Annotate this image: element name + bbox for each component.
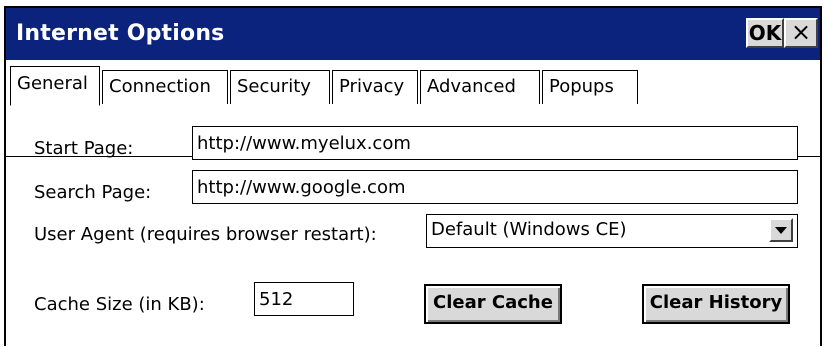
dropdown-arrow-icon[interactable] [769,218,793,242]
tab-advanced[interactable]: Advanced [420,70,540,104]
search-page-label: Search Page: [34,182,152,203]
close-icon: × [790,18,812,46]
internet-options-window: Internet Options OK × General Connection… [4,6,822,346]
tab-general[interactable]: General [10,66,100,106]
tab-connection[interactable]: Connection [102,70,228,104]
cache-size-label: Cache Size (in KB): [34,294,205,315]
title-bar[interactable]: Internet Options OK × [6,8,820,60]
user-agent-dropdown[interactable]: Default (Windows CE) [426,214,798,248]
tab-popups[interactable]: Popups [542,70,638,104]
close-button[interactable]: × [784,18,818,48]
search-page-input[interactable] [192,170,798,204]
user-agent-label: User Agent (requires browser restart): [34,224,377,245]
start-page-label: Start Page: [34,138,134,159]
tab-security[interactable]: Security [230,70,330,104]
tab-privacy[interactable]: Privacy [332,70,418,104]
clear-history-button[interactable]: Clear History [642,284,790,324]
clear-cache-button[interactable]: Clear Cache [424,284,562,324]
tab-strip: General Connection Security Privacy Adva… [6,60,820,157]
cache-size-input[interactable] [254,282,354,316]
start-page-input[interactable] [192,126,798,160]
ok-button[interactable]: OK [746,18,784,48]
window-title: Internet Options [16,21,225,46]
user-agent-value: Default (Windows CE) [431,219,627,240]
